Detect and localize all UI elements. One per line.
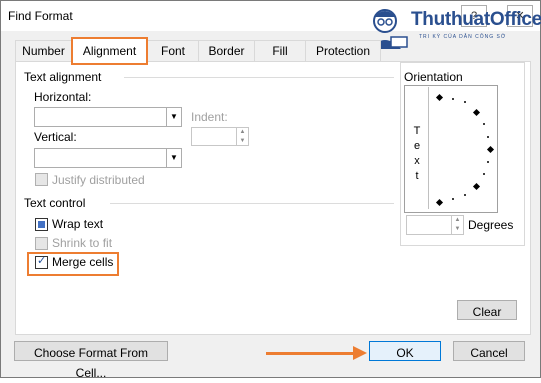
- text-control-heading: Text control: [24, 196, 86, 210]
- justify-distributed-label: Justify distributed: [52, 173, 145, 187]
- logo-text: ThuthuatOffice: [411, 9, 541, 30]
- chevron-down-icon: ▼: [166, 108, 181, 126]
- wrap-text-label: Wrap text: [52, 217, 104, 231]
- shrink-to-fit-checkbox[interactable]: [35, 237, 48, 250]
- orientation-dot: [483, 173, 485, 175]
- vertical-text-char: e: [413, 140, 421, 152]
- tab-font[interactable]: Font: [147, 40, 199, 61]
- orientation-dot: [487, 136, 489, 138]
- vertical-select[interactable]: ▼: [34, 148, 182, 168]
- thuthuatoffice-logo: ThuthuatOffice TRI KỲ CỦA DÂN CÔNG SỞ: [357, 1, 541, 57]
- orientation-dot: [452, 98, 454, 100]
- vertical-text-button[interactable]: T e x t: [406, 87, 429, 209]
- tab-fill[interactable]: Fill: [254, 40, 306, 61]
- annotation-arrow: [266, 352, 358, 355]
- orientation-dot: [452, 198, 454, 200]
- choose-format-from-cell-button[interactable]: Choose Format From Cell...: [14, 341, 168, 380]
- tab-alignment[interactable]: Alignment: [71, 37, 148, 65]
- chevron-down-icon: ▼: [166, 149, 181, 167]
- degrees-spinner[interactable]: ▲ ▼: [406, 215, 464, 235]
- tab-border[interactable]: Border: [198, 40, 255, 61]
- vertical-text-char: x: [414, 155, 420, 167]
- window-title: Find Format: [8, 9, 73, 23]
- vertical-text-char: t: [415, 170, 419, 182]
- vertical-label: Vertical:: [34, 130, 77, 144]
- degrees-label: Degrees: [468, 218, 514, 232]
- vertical-text-char: T: [413, 125, 421, 137]
- find-format-dialog: Find Format ? ✕ ThuthuatOffice TRI KỲ CỦ…: [0, 0, 541, 380]
- horizontal-select[interactable]: ▼: [34, 107, 182, 127]
- tab-protection[interactable]: Protection: [305, 40, 381, 61]
- justify-distributed-checkbox[interactable]: [35, 173, 48, 186]
- spinner-arrows-icon[interactable]: ▲ ▼: [451, 216, 463, 234]
- clear-button[interactable]: Clear: [457, 300, 517, 320]
- text-control-divider: [110, 203, 394, 204]
- ok-button[interactable]: OK: [369, 341, 441, 361]
- annotation-arrow-head-icon: [353, 346, 367, 360]
- spinner-arrows-icon[interactable]: ▲ ▼: [236, 128, 248, 145]
- orientation-dot: [464, 101, 466, 103]
- indent-spinner[interactable]: ▲ ▼: [191, 127, 249, 146]
- logo-tagline: TRI KỲ CỦA DÂN CÔNG SỞ: [419, 34, 507, 40]
- indent-label: Indent:: [191, 110, 228, 124]
- shrink-to-fit-label: Shrink to fit: [52, 236, 113, 250]
- orientation-dot: [464, 194, 466, 196]
- text-alignment-heading: Text alignment: [24, 70, 102, 84]
- tab-number[interactable]: Number: [15, 40, 72, 61]
- merge-cells-highlight: [27, 252, 119, 276]
- horizontal-label: Horizontal:: [34, 90, 92, 104]
- cancel-button[interactable]: Cancel: [453, 341, 525, 361]
- orientation-dot: [483, 123, 485, 125]
- wrap-text-checkbox[interactable]: [35, 218, 48, 231]
- orientation-heading: Orientation: [404, 70, 463, 84]
- orientation-dot: [487, 161, 489, 163]
- text-alignment-divider: [124, 77, 394, 78]
